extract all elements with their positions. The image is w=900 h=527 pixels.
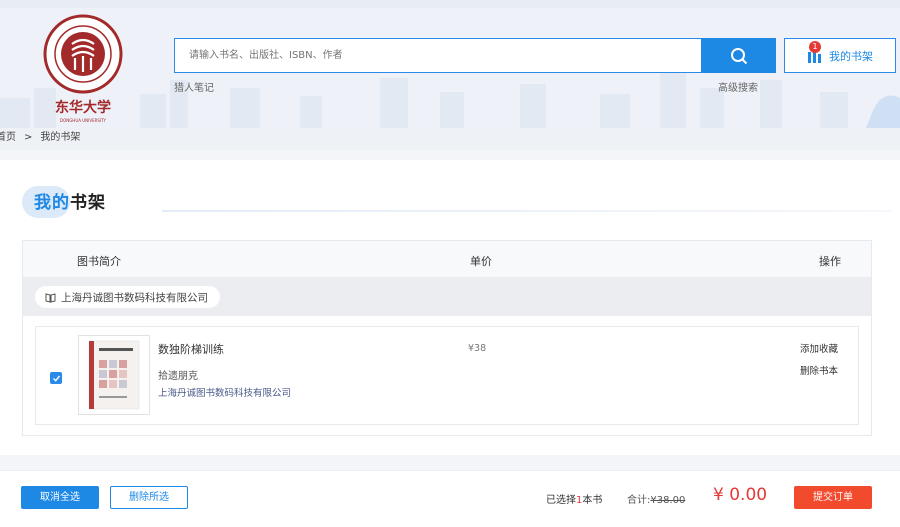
book-title[interactable]: 数独阶梯训练 [158, 341, 224, 357]
logo-subtitle: DONGHUA UNIVERSITY [60, 118, 107, 123]
submit-order-button[interactable]: 提交订单 [794, 486, 872, 509]
subtotal-value: ¥38.00 [650, 495, 686, 506]
checkmark-icon [52, 375, 60, 382]
search-icon [730, 47, 747, 64]
column-header-intro: 图书简介 [77, 255, 121, 268]
header-top-strip [0, 0, 900, 8]
subtotal-label: 合计: [627, 495, 651, 506]
column-header-price: 单价 [470, 255, 492, 268]
column-header-ops: 操作 [819, 255, 841, 268]
publisher-group-tag: 上海丹诚图书数码科技有限公司 [35, 286, 220, 308]
table-header: 图书简介 单价 操作 [23, 241, 871, 277]
university-logo[interactable]: 东华大学 DONGHUA UNIVERSITY [42, 14, 124, 126]
header: 东华大学 DONGHUA UNIVERSITY 1 我的书架 猎人笔记 高级搜索 [0, 0, 900, 128]
total-amount: ¥ 0.00 [713, 485, 768, 505]
search-button[interactable] [701, 38, 776, 73]
book-cover-image [79, 336, 149, 414]
book-cover[interactable] [78, 335, 150, 415]
delete-selected-button[interactable]: 删除所选 [110, 486, 188, 509]
book-author: 拾遗朋克 [158, 371, 198, 382]
book-publisher: 上海丹诚图书数码科技有限公司 [158, 388, 292, 399]
advanced-search-link[interactable]: 高级搜索 [718, 79, 758, 94]
publisher-group-row: 上海丹诚图书数码科技有限公司 [23, 277, 871, 316]
selected-suffix: 本书 [582, 495, 603, 506]
book-open-icon [45, 292, 56, 303]
book-price: ¥38 [468, 343, 487, 354]
logo-name: 东华大学 [55, 99, 111, 116]
page-title-rest: 书架 [70, 193, 106, 213]
subtotal-text: 合计:¥38.00 [627, 491, 685, 506]
bookshelf-table: 图书简介 单价 操作 上海丹诚图书数码科技有限公司 数独阶梯训练 拾遗朋克 上海… [22, 240, 872, 436]
item-checkbox[interactable] [50, 372, 62, 384]
bookshelf-count-badge: 1 [809, 41, 821, 53]
page-title-highlight: 我的 [34, 193, 70, 213]
delete-book-link[interactable]: 删除书本 [800, 363, 838, 377]
my-bookshelf-button[interactable]: 1 我的书架 [784, 38, 896, 73]
page-title: 我的书架 [22, 180, 892, 220]
title-divider [162, 210, 892, 212]
breadcrumb-current: 我的书架 [40, 132, 81, 143]
search-input[interactable] [174, 38, 702, 73]
breadcrumb: 首页 > 我的书架 [0, 128, 900, 150]
selected-prefix: 已选择 [546, 495, 576, 506]
breadcrumb-separator: > [24, 132, 33, 143]
my-bookshelf-label: 我的书架 [829, 49, 873, 63]
add-favorite-link[interactable]: 添加收藏 [800, 341, 838, 355]
checkout-bar: 取消全选 删除所选 已选择1本书 合计:¥38.00 ¥ 0.00 提交订单 [0, 470, 900, 527]
selected-count-text: 已选择1本书 [546, 491, 602, 506]
cancel-select-all-button[interactable]: 取消全选 [21, 486, 99, 509]
table-row: 数独阶梯训练 拾遗朋克 上海丹诚图书数码科技有限公司 ¥38 添加收藏 删除书本 [35, 326, 859, 425]
university-seal-icon: 东华大学 DONGHUA UNIVERSITY [43, 14, 123, 123]
publisher-group-name: 上海丹诚图书数码科技有限公司 [61, 291, 208, 304]
breadcrumb-home[interactable]: 首页 [0, 132, 16, 143]
bookshelf-panel: 我的书架 图书简介 单价 操作 上海丹诚图书数码科技有限公司 数独阶梯训练 拾遗… [0, 160, 900, 455]
personal-notes-link[interactable]: 猎人笔记 [174, 79, 214, 94]
